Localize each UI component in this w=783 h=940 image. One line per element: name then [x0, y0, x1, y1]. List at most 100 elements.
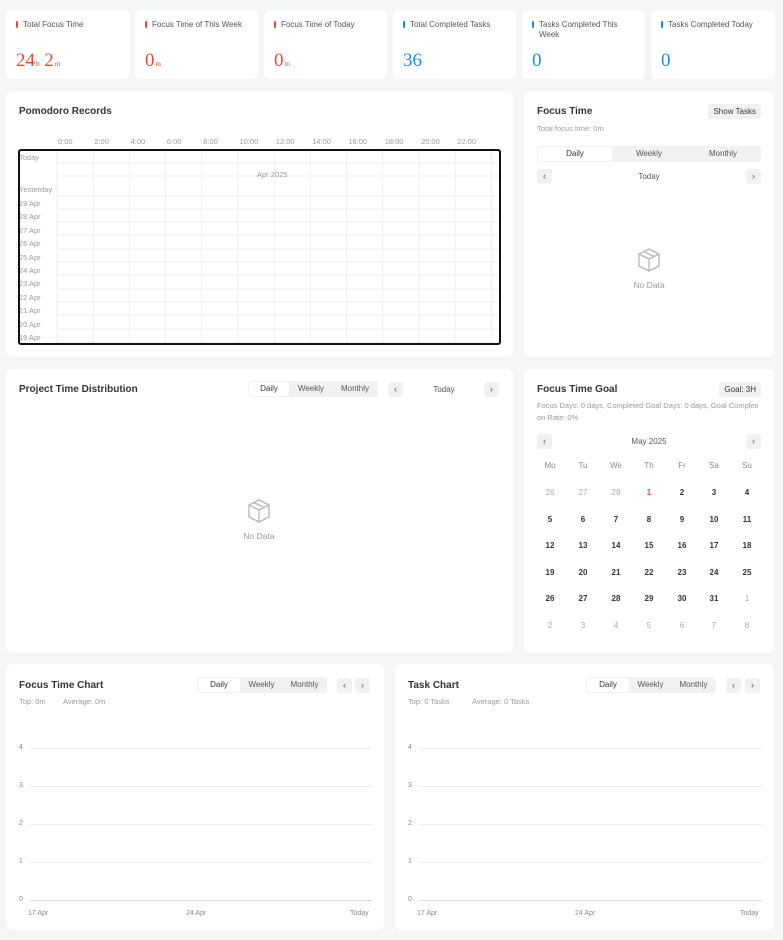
row-label: 29 Apr: [19, 199, 41, 208]
calendar-day[interactable]: 2: [535, 621, 565, 630]
calendar-day[interactable]: 29: [634, 594, 664, 603]
calendar-day[interactable]: 17: [699, 541, 729, 550]
top-text: Top: 0 Tasks: [408, 697, 450, 706]
prev-button[interactable]: ‹: [388, 382, 403, 397]
period-tabs: Daily Weekly Monthly: [537, 146, 761, 162]
weekday-header: Fr: [678, 461, 686, 470]
calendar-day[interactable]: 28: [601, 488, 631, 497]
calendar-day[interactable]: 3: [568, 621, 598, 630]
x-tick-label: 24 Apr: [575, 910, 596, 917]
calendar-day[interactable]: 4: [601, 621, 631, 630]
calendar-day[interactable]: 5: [634, 621, 664, 630]
next-button[interactable]: ›: [355, 678, 370, 693]
stat-value: 0m: [145, 50, 161, 71]
calendar-day[interactable]: 27: [568, 594, 598, 603]
tab-weekly[interactable]: Weekly: [240, 678, 283, 692]
calendar-day[interactable]: 22: [634, 568, 664, 577]
x-tick-label: Today: [740, 910, 759, 917]
calendar-day[interactable]: 26: [535, 594, 565, 603]
tab-daily[interactable]: Daily: [587, 678, 629, 692]
row-label: 21 Apr: [19, 306, 41, 315]
weekday-header: Tu: [578, 461, 588, 470]
tab-daily[interactable]: Daily: [249, 382, 289, 396]
calendar-day[interactable]: 23: [667, 568, 697, 577]
calendar-day[interactable]: 8: [732, 621, 762, 630]
no-data: No Data: [609, 247, 689, 290]
calendar-day[interactable]: 5: [535, 515, 565, 524]
stat-label: Tasks Completed Today: [661, 20, 753, 30]
row-label: 27 Apr: [19, 226, 41, 235]
stat-label: Focus Time of This Week: [145, 20, 242, 30]
calendar-day[interactable]: 1: [634, 488, 664, 497]
row-label: 26 Apr: [19, 239, 41, 248]
tab-weekly[interactable]: Weekly: [289, 382, 333, 396]
y-tick-label: 1: [408, 858, 412, 865]
card-title: Focus Time Chart: [19, 680, 104, 691]
row-label: 25 Apr: [19, 253, 41, 262]
stat-card-week-tasks: Tasks Completed This Week 0: [522, 10, 645, 79]
card-title: Pomodoro Records: [19, 106, 112, 117]
prev-button[interactable]: ‹: [337, 678, 352, 693]
calendar-day[interactable]: 20: [568, 568, 598, 577]
calendar-day[interactable]: 12: [535, 541, 565, 550]
calendar-day[interactable]: 27: [568, 488, 598, 497]
calendar-day[interactable]: 6: [667, 621, 697, 630]
records-grid[interactable]: Apr 2025 Today Yesterday 29 Apr 28 Apr 27 Ap…: [18, 149, 501, 345]
stat-card-total-tasks: Total Completed Tasks 36: [393, 10, 516, 79]
calendar-day[interactable]: 14: [601, 541, 631, 550]
next-button[interactable]: ›: [746, 169, 761, 184]
calendar-day[interactable]: 4: [732, 488, 762, 497]
calendar-day[interactable]: 8: [634, 515, 664, 524]
stat-card-today-focus: Focus Time of Today 0m: [264, 10, 387, 79]
calendar-day[interactable]: 26: [535, 488, 565, 497]
average-text: Average: 0 Tasks: [472, 697, 530, 706]
y-tick-label: 0: [408, 896, 412, 903]
calendar-day[interactable]: 6: [568, 515, 598, 524]
row-label: 22 Apr: [19, 293, 41, 302]
calendar-day[interactable]: 24: [699, 568, 729, 577]
calendar-day[interactable]: 2: [667, 488, 697, 497]
hour-tick: 18:00: [384, 137, 404, 146]
calendar-day[interactable]: 21: [601, 568, 631, 577]
calendar-day[interactable]: 3: [699, 488, 729, 497]
tab-monthly[interactable]: Monthly: [333, 382, 377, 396]
month-label: Apr 2025: [257, 170, 288, 179]
calendar-day[interactable]: 30: [667, 594, 697, 603]
stat-card-today-tasks: Tasks Completed Today 0: [651, 10, 775, 79]
grid-line: [30, 748, 372, 749]
calendar-day[interactable]: 28: [601, 594, 631, 603]
card-title: Task Chart: [408, 680, 459, 691]
next-month-button[interactable]: ›: [746, 434, 761, 449]
calendar-day[interactable]: 31: [699, 594, 729, 603]
tab-monthly[interactable]: Monthly: [672, 678, 715, 692]
calendar-day[interactable]: 7: [601, 515, 631, 524]
calendar-day[interactable]: 18: [732, 541, 762, 550]
calendar-day[interactable]: 10: [699, 515, 729, 524]
tab-daily[interactable]: Daily: [198, 678, 240, 692]
tab-weekly[interactable]: Weekly: [612, 147, 686, 161]
calendar-day[interactable]: 15: [634, 541, 664, 550]
tab-monthly[interactable]: Monthly: [686, 147, 760, 161]
calendar-day[interactable]: 19: [535, 568, 565, 577]
calendar-day[interactable]: 9: [667, 515, 697, 524]
next-button[interactable]: ›: [484, 382, 499, 397]
prev-button[interactable]: ‹: [726, 678, 741, 693]
next-button[interactable]: ›: [745, 678, 760, 693]
tab-monthly[interactable]: Monthly: [283, 678, 326, 692]
goal-badge[interactable]: Goal: 3H: [719, 382, 761, 397]
hour-tick: 22:00: [457, 137, 477, 146]
card-title: Project Time Distribution: [19, 384, 138, 395]
calendar-day[interactable]: 1: [732, 594, 762, 603]
tab-weekly[interactable]: Weekly: [629, 678, 672, 692]
period-label: Today: [638, 172, 660, 181]
calendar-day[interactable]: 11: [732, 515, 762, 524]
grid-line: [30, 786, 372, 787]
calendar-day[interactable]: 7: [699, 621, 729, 630]
calendar-day[interactable]: 16: [667, 541, 697, 550]
x-tick-label: 17 Apr: [417, 910, 438, 917]
tab-daily[interactable]: Daily: [538, 147, 612, 161]
show-tasks-button[interactable]: Show Tasks: [708, 104, 761, 119]
calendar-day[interactable]: 13: [568, 541, 598, 550]
stat-label: Total Completed Tasks: [403, 20, 490, 30]
calendar-day[interactable]: 25: [732, 568, 762, 577]
